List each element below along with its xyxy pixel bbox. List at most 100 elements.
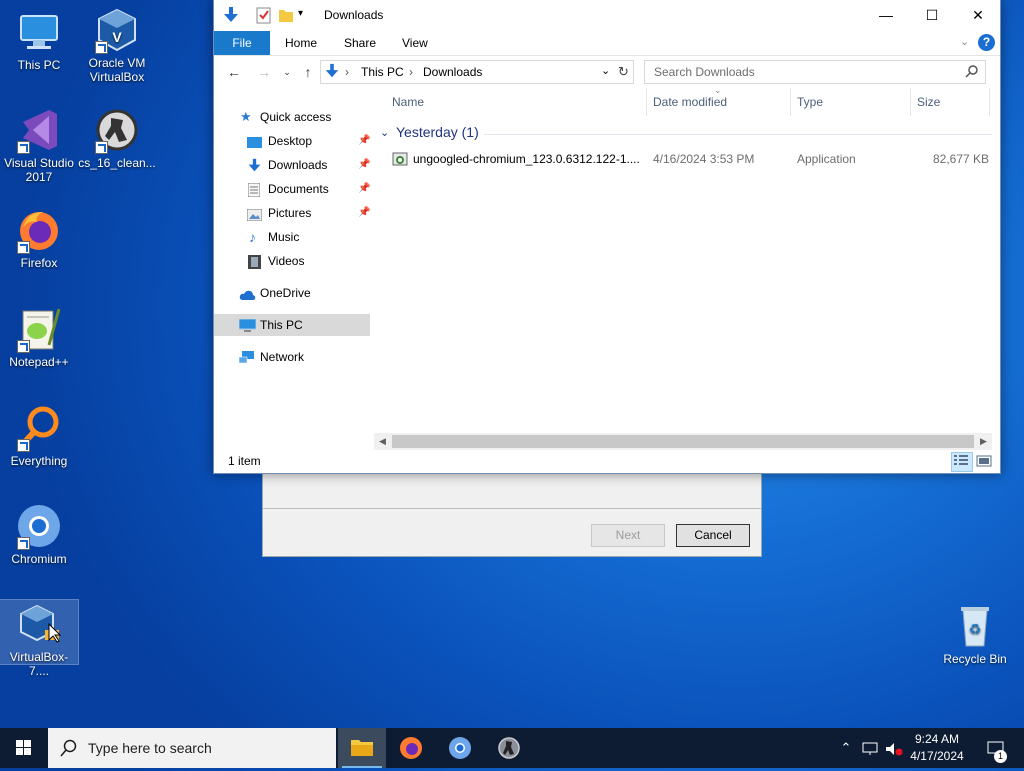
nav-pictures[interactable]: Pictures 📌 xyxy=(214,202,370,224)
desktop-icon-visual-studio[interactable]: Visual Studio 2017 xyxy=(0,106,78,184)
scroll-right-icon[interactable]: ▶ xyxy=(975,433,992,450)
table-row[interactable]: ungoogled-chromium_123.0.6312.122-1.... … xyxy=(374,148,992,170)
address-dropdown-icon[interactable]: ⌄ xyxy=(601,64,610,77)
desktop-icon-this-pc[interactable]: This PC xyxy=(0,8,78,72)
desktop-icon-recycle-bin[interactable]: ♻ Recycle Bin xyxy=(936,602,1014,666)
column-divider[interactable] xyxy=(790,88,791,116)
documents-icon xyxy=(247,182,262,198)
desktop-icon-everything[interactable]: Everything xyxy=(0,404,78,468)
breadcrumb-downloads[interactable]: Downloads xyxy=(423,65,482,79)
nav-label: Documents xyxy=(268,182,329,196)
system-clock[interactable]: 9:24 AM 4/17/2024 xyxy=(902,731,972,765)
tab-view[interactable]: View xyxy=(402,31,428,55)
properties-icon[interactable] xyxy=(256,6,272,27)
start-button[interactable] xyxy=(0,728,48,768)
column-divider[interactable] xyxy=(989,88,990,116)
next-button[interactable]: Next xyxy=(591,524,665,547)
new-folder-icon[interactable] xyxy=(278,6,294,27)
search-input[interactable]: Search Downloads xyxy=(644,60,986,84)
nav-downloads[interactable]: Downloads 📌 xyxy=(214,154,370,176)
scroll-left-icon[interactable]: ◀ xyxy=(374,433,391,450)
address-row: ← → ⌄ ↑ › This PC › Downloads ⌄ ↻ Search… xyxy=(214,56,1000,88)
desktop-icon-cs16[interactable]: cs_16_clean... xyxy=(78,106,156,170)
nav-quick-access[interactable]: ★ Quick access xyxy=(214,106,370,128)
file-size: 82,677 KB xyxy=(933,152,990,166)
horizontal-scrollbar[interactable]: ◀ ▶ xyxy=(374,433,992,450)
refresh-icon[interactable]: ↻ xyxy=(618,64,629,80)
breadcrumb-this-pc[interactable]: This PC xyxy=(361,65,404,79)
nav-videos[interactable]: Videos xyxy=(214,250,370,272)
column-header-size[interactable]: Size xyxy=(917,88,940,116)
tab-file[interactable]: File xyxy=(214,31,270,55)
file-list: Name Date modified ⌄ Type Size ⌄ Yesterd… xyxy=(374,85,992,433)
show-hidden-icons[interactable]: ⌃ xyxy=(834,728,858,768)
qat-dropdown-icon[interactable]: ▾ xyxy=(298,8,303,19)
dialog-divider xyxy=(263,508,761,509)
taskbar-firefox[interactable] xyxy=(387,728,435,768)
desktop-icon-chromium[interactable]: Chromium xyxy=(0,502,78,566)
group-collapse-icon[interactable]: ⌄ xyxy=(380,126,389,139)
taskbar-file-explorer[interactable] xyxy=(338,728,386,768)
breadcrumb-separator-icon: › xyxy=(345,65,349,79)
desktop-folder-icon xyxy=(247,134,262,148)
maximize-button[interactable]: ☐ xyxy=(909,0,955,31)
nav-onedrive[interactable]: OneDrive xyxy=(214,282,370,304)
network-icon[interactable] xyxy=(858,728,882,768)
cancel-button[interactable]: Cancel xyxy=(676,524,750,547)
expand-ribbon-icon[interactable]: ⌄ xyxy=(960,35,969,48)
counter-strike-icon xyxy=(498,737,520,759)
nav-music[interactable]: ♪ Music xyxy=(214,226,370,248)
shortcut-arrow-icon xyxy=(17,340,30,353)
clock-date: 4/17/2024 xyxy=(910,749,964,763)
nav-this-pc[interactable]: This PC xyxy=(214,314,370,336)
cloud-icon xyxy=(239,286,256,300)
nav-documents[interactable]: Documents 📌 xyxy=(214,178,370,200)
file-explorer-window: ▾ Downloads — ☐ ✕ File Home Share View ⌄… xyxy=(213,0,1001,474)
column-divider[interactable] xyxy=(910,88,911,116)
nav-label: Pictures xyxy=(268,206,312,220)
column-header-name[interactable]: Name xyxy=(392,88,424,116)
desktop-icon-label: Chromium xyxy=(11,552,67,566)
desktop-icon-notepadpp[interactable]: Notepad++ xyxy=(0,305,78,369)
group-header[interactable]: Yesterday (1) xyxy=(396,124,479,140)
window-title: Downloads xyxy=(324,8,384,22)
desktop-icon-label: cs_16_clean... xyxy=(78,156,156,170)
nav-network[interactable]: Network xyxy=(214,346,370,368)
desktop-icon-virtualbox[interactable]: V Oracle VM VirtualBox xyxy=(78,6,156,84)
taskbar-search-box[interactable]: Type here to search xyxy=(48,728,336,768)
help-icon[interactable]: ? xyxy=(978,34,995,51)
details-view-icon[interactable] xyxy=(951,452,973,472)
column-divider[interactable] xyxy=(646,88,647,116)
nav-label: Downloads xyxy=(268,158,328,172)
notification-center-icon[interactable]: 1 xyxy=(982,728,1010,768)
minimize-button[interactable]: — xyxy=(863,0,909,31)
scrollbar-thumb[interactable] xyxy=(392,435,974,448)
taskbar-counter-strike[interactable] xyxy=(485,728,533,768)
column-header-type[interactable]: Type xyxy=(797,88,823,116)
computer-icon xyxy=(238,318,257,332)
large-icons-view-icon[interactable] xyxy=(974,452,996,472)
tab-home[interactable]: Home xyxy=(285,31,317,55)
notification-count: 1 xyxy=(994,750,1007,763)
shortcut-arrow-icon xyxy=(95,41,108,54)
pin-icon: 📌 xyxy=(358,207,371,218)
downloads-arrow-icon xyxy=(247,158,261,172)
nav-desktop[interactable]: Desktop 📌 xyxy=(214,130,370,152)
recent-locations-icon[interactable]: ⌄ xyxy=(277,62,297,82)
music-note-icon: ♪ xyxy=(249,229,256,245)
taskbar-chromium[interactable] xyxy=(436,728,484,768)
desktop-icon-virtualbox-installer[interactable]: VirtualBox-7.... xyxy=(0,599,79,678)
file-date: 4/16/2024 3:53 PM xyxy=(653,152,755,166)
pin-icon: 📌 xyxy=(358,183,371,194)
up-arrow-icon[interactable]: ↑ xyxy=(298,62,318,82)
desktop-icon-firefox[interactable]: Firefox xyxy=(0,206,78,270)
virtualbox-icon: V xyxy=(93,6,141,54)
svg-text:♻: ♻ xyxy=(969,622,982,638)
tab-share[interactable]: Share xyxy=(344,31,376,55)
address-bar[interactable]: › This PC › Downloads ⌄ xyxy=(320,60,634,84)
close-button[interactable]: ✕ xyxy=(955,0,1001,31)
firefox-icon xyxy=(15,206,63,254)
forward-arrow-icon[interactable]: → xyxy=(254,62,274,82)
back-arrow-icon[interactable]: ← xyxy=(224,62,244,82)
search-placeholder: Search Downloads xyxy=(654,65,755,79)
